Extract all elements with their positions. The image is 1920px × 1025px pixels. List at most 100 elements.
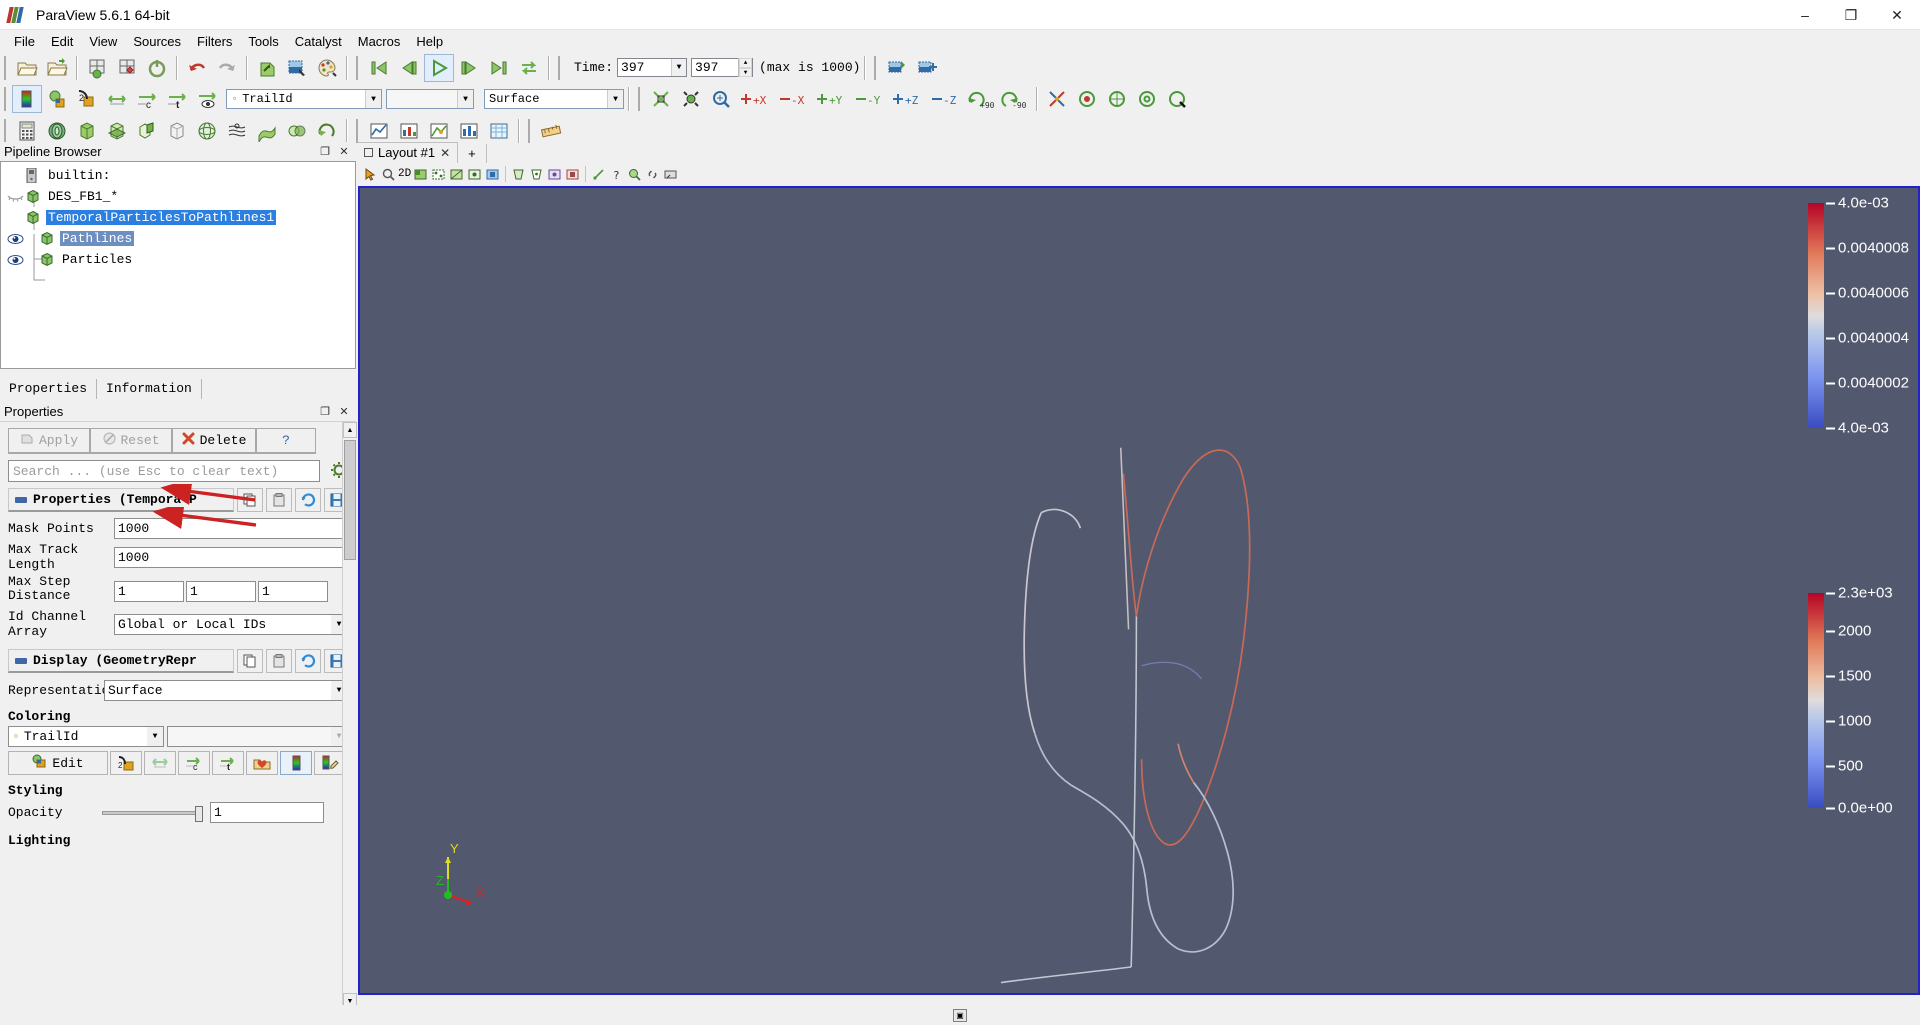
toolbar-grip[interactable]	[558, 55, 564, 80]
close-icon[interactable]: ✕	[337, 405, 351, 419]
max-step-distance-z-input[interactable]: 1	[258, 581, 328, 602]
rescale-data-range-button[interactable]: 2	[72, 85, 102, 113]
toolbar-grip[interactable]	[356, 55, 362, 80]
chevron-down-icon[interactable]: ▼	[457, 90, 473, 108]
show-color-legend-button[interactable]	[280, 751, 312, 775]
slice-button[interactable]	[102, 117, 132, 145]
menu-sources[interactable]: Sources	[125, 32, 189, 51]
ruler-button[interactable]	[536, 117, 566, 145]
first-frame-button[interactable]	[364, 54, 394, 82]
plot-over-line-button[interactable]	[364, 117, 394, 145]
pipeline-item-temporalparticlestopathlines1[interactable]: TemporalParticlesToPathlines1	[1, 207, 355, 228]
display-section-title-box[interactable]: Display (GeometryRepr	[8, 649, 234, 673]
collapse-icon[interactable]	[15, 496, 27, 503]
menu-tools[interactable]: Tools	[240, 32, 286, 51]
rotate-minus-90-button[interactable]: -90	[998, 85, 1032, 113]
select-cells-through-icon[interactable]	[448, 165, 465, 183]
menu-edit[interactable]: Edit	[43, 32, 81, 51]
extract-level-button[interactable]	[312, 117, 342, 145]
delete-button[interactable]: Delete	[172, 428, 256, 454]
max-step-distance-y-input[interactable]: 1	[186, 581, 256, 602]
close-icon[interactable]: ✕	[337, 145, 351, 159]
select-points-icon[interactable]	[430, 165, 447, 183]
redo-button[interactable]	[212, 54, 242, 82]
select-frustum-points-icon[interactable]	[528, 165, 545, 183]
interactive-select-icon[interactable]	[590, 165, 607, 183]
show-center-button[interactable]	[1132, 85, 1162, 113]
select-frustum-cells-icon[interactable]	[510, 165, 527, 183]
properties-scrollbar[interactable]: ▲ ▼	[342, 422, 357, 1009]
zoom-to-data-button[interactable]	[676, 85, 706, 113]
color-array-combo[interactable]: ◦ TrailId ▼	[226, 89, 382, 109]
previous-frame-button[interactable]	[394, 54, 424, 82]
paste-icon[interactable]	[266, 649, 292, 673]
pipeline-tree[interactable]: builtin: DES_FB1_* TemporalParticlesToPa…	[0, 161, 356, 369]
plot-data-button[interactable]	[394, 117, 424, 145]
visibility-toggle-hidden[interactable]	[5, 191, 25, 202]
restore-defaults-icon[interactable]	[295, 488, 321, 512]
rotation-center-button[interactable]	[1162, 85, 1192, 113]
query-icon[interactable]: ?	[608, 165, 625, 183]
next-frame-button[interactable]	[454, 54, 484, 82]
restore-defaults-icon[interactable]	[295, 649, 321, 673]
edit-color-map-button[interactable]: Edit	[8, 751, 108, 775]
copy-icon[interactable]	[237, 488, 263, 512]
extract-subset-button[interactable]	[162, 117, 192, 145]
toolbar-grip[interactable]	[4, 87, 10, 111]
tab-properties[interactable]: Properties	[0, 379, 98, 399]
spreadsheet-button[interactable]	[484, 117, 514, 145]
chevron-down-icon[interactable]: ▼	[671, 59, 687, 76]
toolbar-grip[interactable]	[356, 119, 362, 143]
help-button[interactable]: ?	[256, 428, 316, 454]
toolbar-grip[interactable]	[4, 119, 10, 143]
reset-button[interactable]: Reset	[90, 428, 172, 454]
properties-section-title-box[interactable]: Properties (TemporalP	[8, 488, 234, 512]
scalar-bar-trailid[interactable]: 2.3e+03 2000 1500 1000 500 0.0e+00 Trail…	[1808, 585, 1893, 817]
stream-tracer-button[interactable]	[222, 117, 252, 145]
rescale-to-data-button[interactable]: 2	[110, 751, 142, 775]
spinner-arrows[interactable]: ▲ ▼	[738, 58, 753, 77]
color-palette-button[interactable]	[312, 54, 342, 82]
chevron-down-icon[interactable]: ▼	[147, 727, 163, 746]
minus-z-button[interactable]: -Z	[928, 85, 964, 113]
visibility-toggle-visible[interactable]	[5, 233, 25, 245]
max-track-length-input[interactable]: 1000	[114, 546, 348, 568]
menu-help[interactable]: Help	[408, 32, 451, 51]
pointer-icon[interactable]	[362, 165, 379, 183]
rescale-custom-range-button[interactable]	[144, 751, 176, 775]
visibility-toggle-visible[interactable]	[5, 254, 25, 266]
time-value-combo[interactable]: 397 ▼	[617, 58, 688, 77]
plus-z-button[interactable]: +Z	[888, 85, 928, 113]
toolbar-grip[interactable]	[4, 55, 10, 80]
undock-icon[interactable]: ❐	[318, 145, 332, 159]
minimize-button[interactable]: –	[1782, 0, 1828, 30]
menu-file[interactable]: File	[6, 32, 43, 51]
representation-combo[interactable]: Surface ▼	[484, 89, 624, 109]
select-block-icon[interactable]	[484, 165, 501, 183]
camera-undo2-icon[interactable]	[662, 165, 679, 183]
toolbar-grip[interactable]	[528, 119, 534, 143]
plus-y-button[interactable]: +Y	[812, 85, 852, 113]
apply-button[interactable]: Apply	[8, 428, 90, 454]
color-component-combo[interactable]: ▼	[386, 89, 474, 109]
reset-center-button[interactable]	[1102, 85, 1132, 113]
threshold-button[interactable]	[132, 117, 162, 145]
warp-button[interactable]	[252, 117, 282, 145]
rescale-custom-button[interactable]	[102, 85, 132, 113]
load-state-button[interactable]	[112, 54, 142, 82]
close-button[interactable]: ✕	[1874, 0, 1920, 30]
collapse-icon[interactable]	[15, 657, 27, 664]
zoom-to-box-button[interactable]	[706, 85, 736, 113]
pipeline-item-particles[interactable]: Particles	[1, 249, 355, 270]
toolbar-grip[interactable]	[638, 87, 644, 111]
last-frame-button[interactable]	[484, 54, 514, 82]
minus-y-button[interactable]: -Y	[852, 85, 888, 113]
scalar-bar-diameter[interactable]: 4.0e-03 0.0040008 0.0040006 0.0040004 0.…	[1808, 195, 1909, 437]
render-view[interactable]: RenderView1 ▯▯ ▤ ▣ ❐ ✕	[358, 186, 1920, 995]
edit-color-map-button[interactable]	[42, 85, 72, 113]
representation-property-combo[interactable]: Surface ▼	[104, 680, 348, 701]
clip-button[interactable]	[72, 117, 102, 145]
menu-filters[interactable]: Filters	[189, 32, 240, 51]
close-icon[interactable]: ✕	[440, 146, 450, 160]
rescale-over-time-button[interactable]: c	[132, 85, 162, 113]
